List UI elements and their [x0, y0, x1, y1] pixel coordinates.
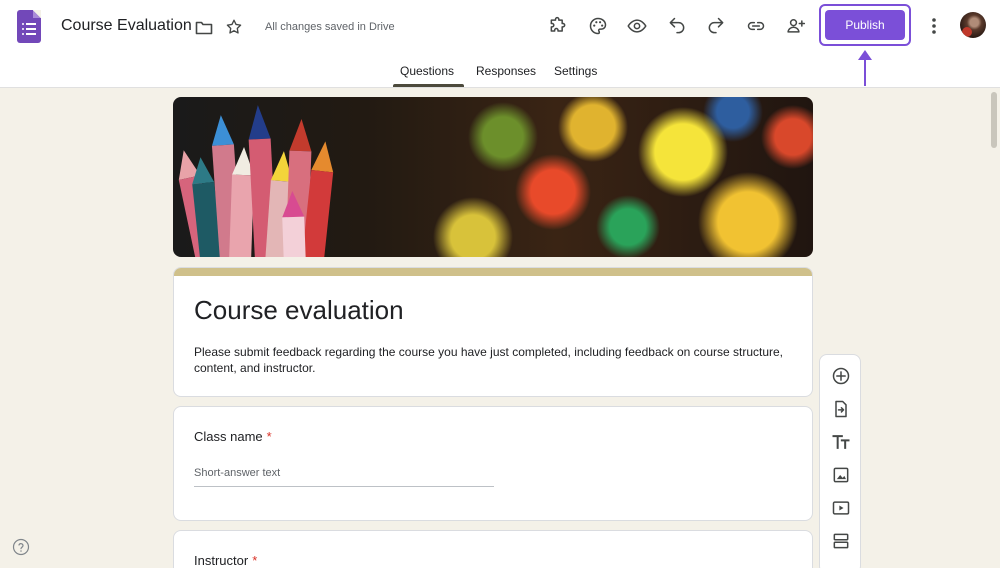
help-icon[interactable] [12, 538, 30, 556]
form-title[interactable]: Course evaluation [194, 295, 404, 326]
more-vert-icon[interactable] [924, 15, 944, 37]
preview-eye-icon[interactable] [626, 15, 648, 37]
question-card[interactable]: Class name * Short-answer text [173, 406, 813, 521]
active-tab-indicator [393, 84, 464, 87]
theme-accent-bar [174, 268, 812, 276]
question-title: Instructor * [194, 553, 258, 568]
tab-questions[interactable]: Questions [400, 64, 454, 78]
add-collaborator-icon[interactable] [785, 15, 807, 37]
avatar[interactable] [960, 12, 986, 38]
document-title[interactable]: Course Evaluation [61, 17, 192, 35]
undo-icon[interactable] [666, 15, 688, 37]
header-image[interactable] [173, 97, 813, 257]
add-section-icon[interactable] [828, 528, 854, 554]
annotation-arrow-line [864, 58, 866, 86]
tab-responses[interactable]: Responses [476, 64, 536, 78]
required-asterisk: * [266, 429, 272, 444]
required-asterisk: * [252, 553, 258, 568]
tab-settings[interactable]: Settings [554, 64, 597, 78]
redo-icon[interactable] [705, 15, 727, 37]
save-status: All changes saved in Drive [265, 21, 395, 33]
add-title-icon[interactable] [828, 429, 854, 455]
add-video-icon[interactable] [828, 495, 854, 521]
short-answer-field[interactable]: Short-answer text [194, 467, 494, 487]
top-bar: Course Evaluation All changes saved in D… [0, 0, 1000, 88]
question-card[interactable]: Instructor * [173, 530, 813, 568]
publish-highlight: Publish [819, 4, 911, 46]
form-title-card[interactable]: Course evaluation Please submit feedback… [173, 267, 813, 397]
forms-app-icon[interactable] [17, 10, 41, 43]
star-icon[interactable] [224, 17, 244, 37]
import-questions-icon[interactable] [828, 396, 854, 422]
question-title: Class name * [194, 429, 272, 444]
publish-button[interactable]: Publish [825, 10, 905, 40]
addon-puzzle-icon[interactable] [547, 15, 569, 37]
link-icon[interactable] [745, 15, 767, 37]
floating-toolbar [819, 354, 861, 568]
add-image-icon[interactable] [828, 462, 854, 488]
scrollbar[interactable] [991, 92, 997, 148]
palette-icon[interactable] [587, 15, 609, 37]
folder-icon[interactable] [194, 18, 214, 38]
form-description[interactable]: Please submit feedback regarding the cou… [194, 344, 798, 376]
pencil-magenta [281, 190, 307, 257]
add-question-icon[interactable] [828, 363, 854, 389]
